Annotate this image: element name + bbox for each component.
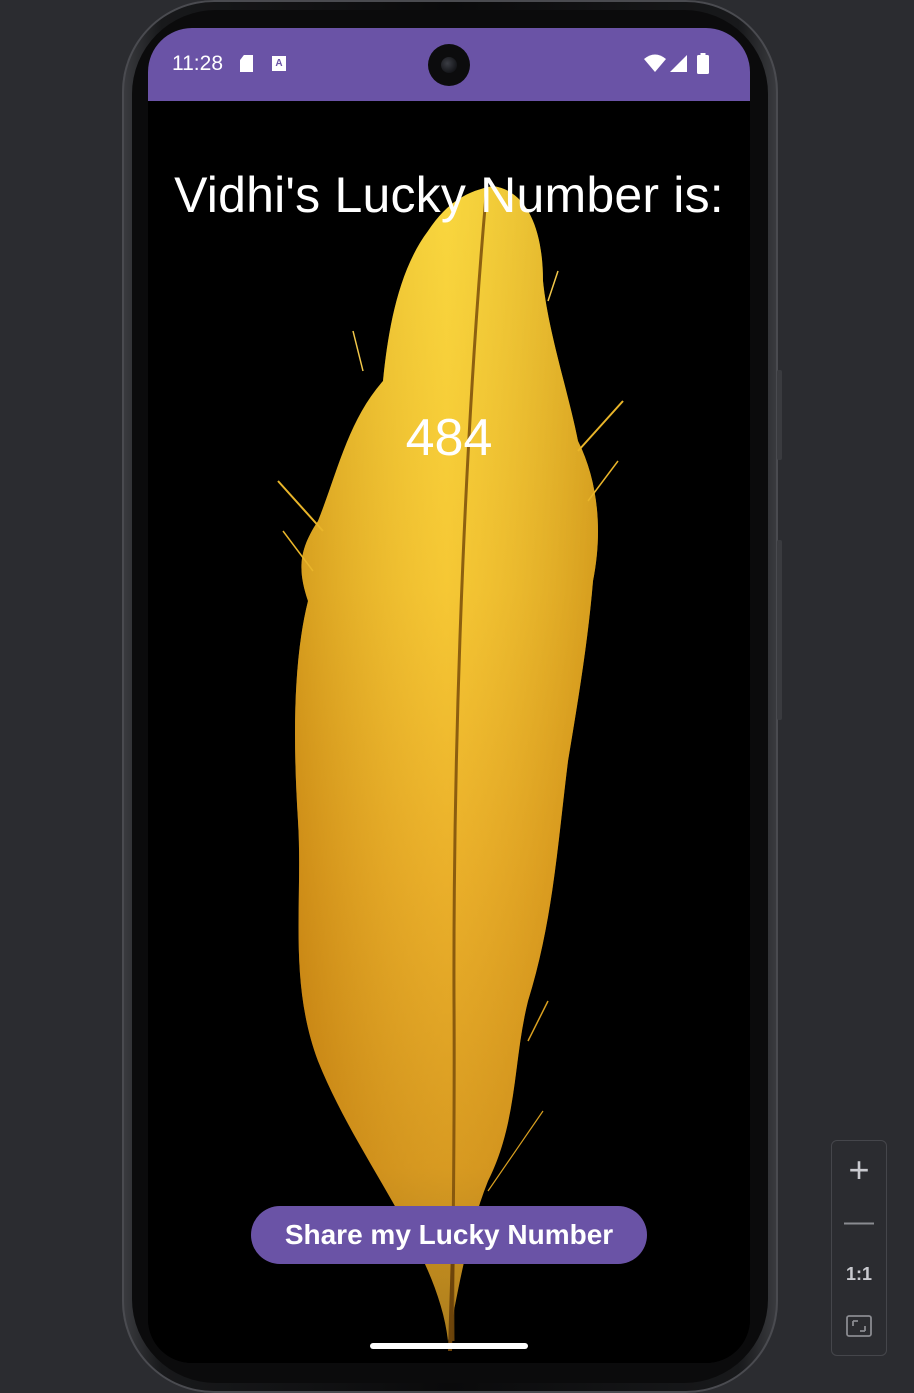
share-button[interactable]: Share my Lucky Number [251, 1206, 647, 1264]
signal-icon [670, 55, 687, 72]
app-content: Vidhi's Lucky Number is: 484 Share my Lu… [148, 101, 750, 1363]
actual-size-button[interactable]: 1:1 [832, 1251, 886, 1297]
page-title: Vidhi's Lucky Number is: [174, 167, 724, 223]
power-button[interactable] [777, 370, 782, 460]
fit-screen-button[interactable] [832, 1303, 886, 1349]
phone-screen: 11:28 A Vidhi's Lucky Number is: 484 Sha… [148, 28, 750, 1363]
status-bar: 11:28 A [148, 28, 750, 101]
status-time: 11:28 [172, 52, 223, 75]
home-indicator[interactable] [370, 1343, 528, 1349]
volume-button[interactable] [777, 540, 782, 720]
battery-icon [697, 53, 709, 74]
a-notification-icon: A [272, 56, 286, 71]
front-camera-icon [428, 44, 470, 86]
fit-screen-icon [846, 1315, 872, 1337]
sd-card-icon [240, 55, 253, 72]
wifi-icon [644, 54, 666, 72]
golden-feather-image [277, 186, 624, 1352]
zoom-toolbar: + — 1:1 [831, 1140, 887, 1356]
zoom-out-button[interactable]: — [832, 1199, 886, 1245]
zoom-in-button[interactable]: + [832, 1147, 886, 1193]
lucky-number: 484 [405, 409, 493, 467]
